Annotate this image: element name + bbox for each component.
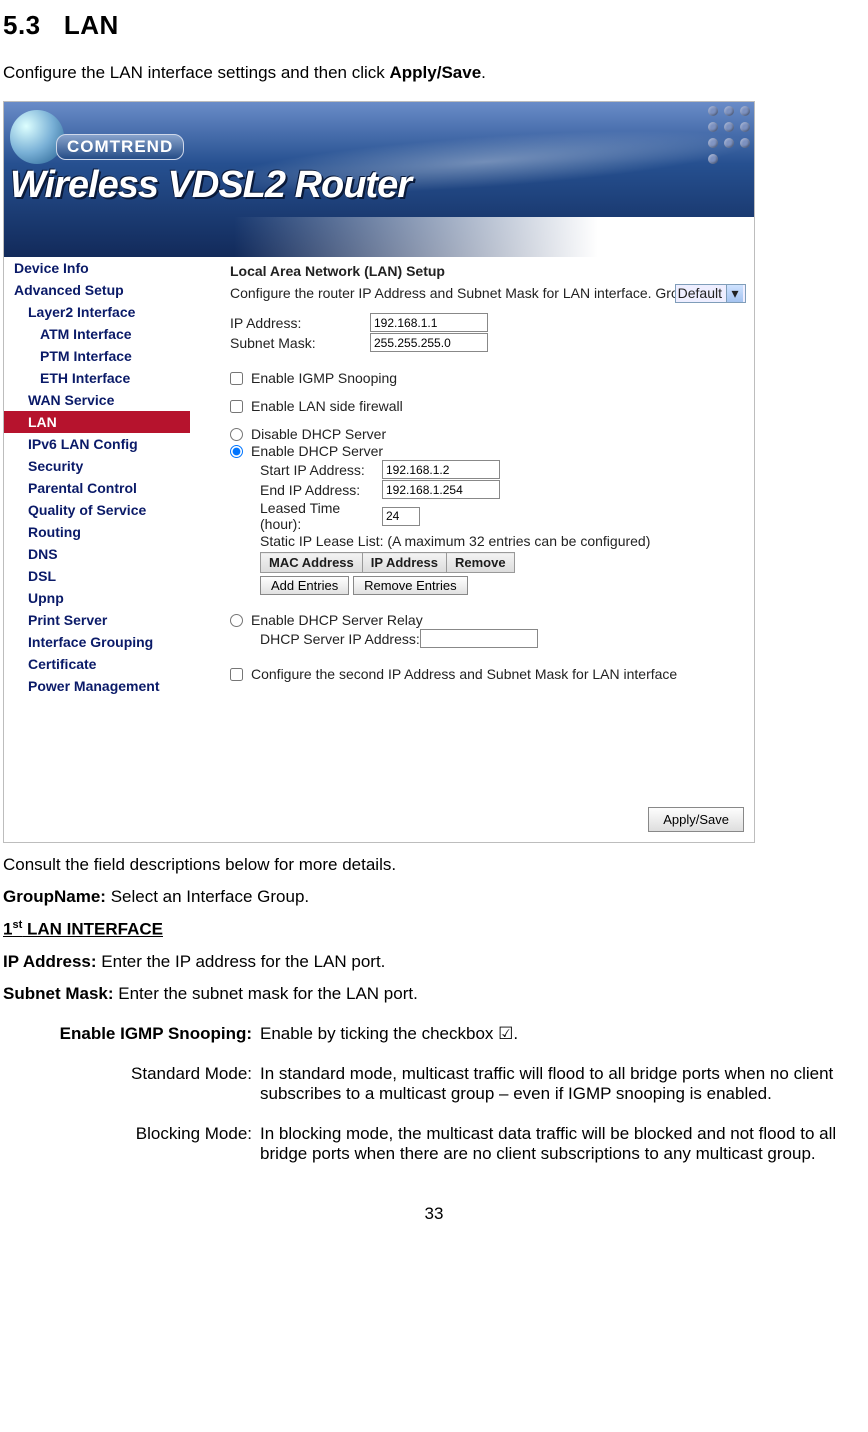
pane-desc: Configure the router IP Address and Subn… (230, 285, 748, 301)
sidebar: Device Info Advanced Setup Layer2 Interf… (4, 257, 190, 842)
pane-desc-text: Configure the router IP Address and Subn… (230, 285, 732, 301)
end-ip-label: End IP Address: (260, 482, 382, 498)
section-number: 5.3 (3, 10, 41, 40)
igmp-snooping-label: Enable IGMP Snooping (251, 370, 397, 386)
sidebar-item-print-server[interactable]: Print Server (4, 609, 190, 631)
igmp-val: Enable by ticking the checkbox ☑. (260, 1018, 863, 1056)
apply-save-button[interactable]: Apply/Save (648, 807, 744, 832)
start-ip-label: Start IP Address: (260, 462, 382, 478)
static-lease-caption: Static IP Lease List: (A maximum 32 entr… (260, 533, 748, 549)
globe-icon (10, 110, 64, 164)
second-ip-checkbox[interactable] (230, 668, 243, 681)
disable-dhcp-label: Disable DHCP Server (251, 426, 386, 442)
ip-address-label: IP Address: (230, 315, 370, 331)
sidebar-item-eth-interface[interactable]: ETH Interface (4, 367, 190, 389)
sidebar-item-ipv6-lan[interactable]: IPv6 LAN Config (4, 433, 190, 455)
lan-firewall-label: Enable LAN side firewall (251, 398, 403, 414)
sidebar-item-routing[interactable]: Routing (4, 521, 190, 543)
banner: COMTREND Wireless VDSL2 Router (4, 102, 754, 257)
remove-entries-button[interactable]: Remove Entries (353, 576, 467, 595)
sidebar-item-dsl[interactable]: DSL (4, 565, 190, 587)
second-ip-label: Configure the second IP Address and Subn… (251, 666, 677, 682)
ip-address-input[interactable] (370, 313, 488, 332)
chevron-down-icon: ▾ (726, 285, 743, 302)
standard-mode-key: Standard Mode: (5, 1058, 258, 1116)
sidebar-item-dns[interactable]: DNS (4, 543, 190, 565)
lease-time-label: Leased Time (hour): (260, 500, 382, 532)
groupname-select[interactable]: Default▾ (675, 284, 746, 303)
sidebar-item-certificate[interactable]: Certificate (4, 653, 190, 675)
intro-b: Apply/Save (390, 63, 482, 82)
th-remove: Remove (446, 553, 514, 573)
dhcp-relay-label: Enable DHCP Server Relay (251, 612, 423, 628)
sidebar-item-lan[interactable]: LAN (4, 411, 190, 433)
relay-ip-input[interactable] (420, 629, 538, 648)
sidebar-item-parental-control[interactable]: Parental Control (4, 477, 190, 499)
standard-mode-val: In standard mode, multicast traffic will… (260, 1058, 863, 1116)
brand-name: COMTREND (56, 134, 184, 160)
blocking-mode-val: In blocking mode, the multicast data tra… (260, 1118, 863, 1176)
sidebar-item-layer2-interface[interactable]: Layer2 Interface (4, 301, 190, 323)
sidebar-item-wan-service[interactable]: WAN Service (4, 389, 190, 411)
relay-ip-label: DHCP Server IP Address: (260, 631, 420, 647)
subnet-mask-desc: Subnet Mask: Enter the subnet mask for t… (3, 984, 865, 1004)
dhcp-relay-radio[interactable] (230, 614, 243, 627)
th-ip: IP Address (362, 553, 446, 573)
lan-firewall-checkbox[interactable] (230, 400, 243, 413)
sidebar-item-upnp[interactable]: Upnp (4, 587, 190, 609)
ip-address-desc: IP Address: Enter the IP address for the… (3, 952, 865, 972)
mode-descriptions: Enable IGMP Snooping: Enable by ticking … (3, 1016, 865, 1178)
sidebar-item-advanced-setup[interactable]: Advanced Setup (4, 279, 190, 301)
sidebar-item-qos[interactable]: Quality of Service (4, 499, 190, 521)
intro-text: Configure the LAN interface settings and… (3, 63, 865, 83)
lease-time-input[interactable] (382, 507, 420, 526)
static-lease-table: MAC Address IP Address Remove (260, 552, 515, 573)
sidebar-item-atm-interface[interactable]: ATM Interface (4, 323, 190, 345)
subnet-mask-label: Subnet Mask: (230, 335, 370, 351)
sidebar-item-security[interactable]: Security (4, 455, 190, 477)
disable-dhcp-radio[interactable] (230, 428, 243, 441)
start-ip-input[interactable] (382, 460, 500, 479)
consult-text: Consult the field descriptions below for… (3, 855, 865, 875)
blocking-mode-key: Blocking Mode: (5, 1118, 258, 1176)
igmp-key: Enable IGMP Snooping: (5, 1018, 258, 1056)
sidebar-item-device-info[interactable]: Device Info (4, 257, 190, 279)
enable-dhcp-label: Enable DHCP Server (251, 443, 383, 459)
subnet-mask-input[interactable] (370, 333, 488, 352)
intro-c: . (481, 63, 486, 82)
page-number: 33 (3, 1204, 865, 1224)
intro-a: Configure the LAN interface settings and… (3, 63, 390, 82)
section-heading: 5.3 LAN (3, 10, 865, 41)
igmp-snooping-checkbox[interactable] (230, 372, 243, 385)
brand-logo: COMTREND (10, 110, 64, 164)
end-ip-input[interactable] (382, 480, 500, 499)
enable-dhcp-radio[interactable] (230, 445, 243, 458)
product-title: Wireless VDSL2 Router (10, 164, 411, 207)
sidebar-item-ptm-interface[interactable]: PTM Interface (4, 345, 190, 367)
router-screenshot: COMTREND Wireless VDSL2 Router Device In… (3, 101, 755, 843)
sidebar-item-power-management[interactable]: Power Management (4, 675, 190, 697)
th-mac: MAC Address (261, 553, 363, 573)
add-entries-button[interactable]: Add Entries (260, 576, 349, 595)
section-title-text: LAN (64, 10, 119, 40)
groupname-desc: GroupName: Select an Interface Group. (3, 887, 865, 907)
sidebar-item-interface-grouping[interactable]: Interface Grouping (4, 631, 190, 653)
pane-title: Local Area Network (LAN) Setup (230, 263, 748, 279)
first-lan-interface-heading: 1st LAN INTERFACE (3, 919, 865, 940)
content-pane: Local Area Network (LAN) Setup Configure… (190, 257, 754, 842)
